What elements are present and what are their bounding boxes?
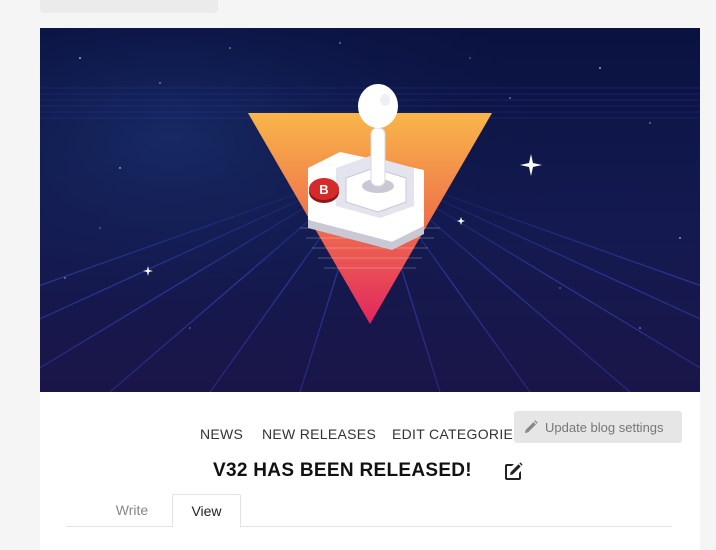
edit-categories-link[interactable]: EDIT CATEGORIES [392,426,523,442]
pencil-icon [524,420,538,434]
blog-post-card: B NEWS NEW RELEASES EDIT CATEGORIES Upda… [40,28,700,550]
post-title-row: V32 HAS BEEN RELEASED! [40,460,700,486]
category-new-releases-link[interactable]: NEW RELEASES [262,426,376,442]
post-title: V32 HAS BEEN RELEASED! [213,460,472,481]
hero-illustration: B [40,28,700,392]
update-blog-settings-label: Update blog settings [545,419,664,435]
tab-write[interactable]: Write [92,494,172,527]
logo-letter: B [319,182,328,197]
tab-view[interactable]: View [172,494,241,528]
editor-tabs: Write View [66,494,672,528]
hero-banner: B [40,28,700,392]
top-strip [40,0,218,13]
update-blog-settings-button[interactable]: Update blog settings [514,411,682,443]
edit-square-icon[interactable] [502,461,524,483]
category-news-link[interactable]: NEWS [200,426,243,442]
